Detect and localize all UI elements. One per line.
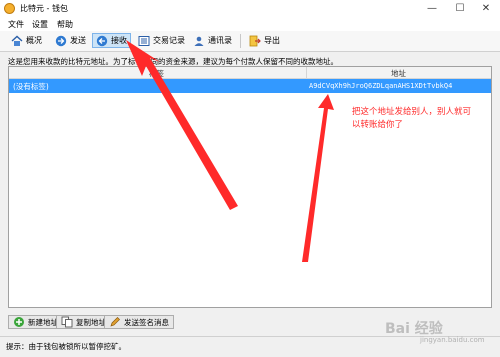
watermark-url: jingyan.baidu.com: [420, 336, 485, 344]
watermark-logo: Bai 经验: [385, 321, 443, 337]
arrow-to-address: [302, 94, 334, 262]
annotation-text: 把这个地址发给别人，别人就可以转账给你了: [352, 107, 472, 130]
arrow-to-receive-tab: [126, 40, 238, 210]
annotation-arrows: [126, 40, 334, 262]
